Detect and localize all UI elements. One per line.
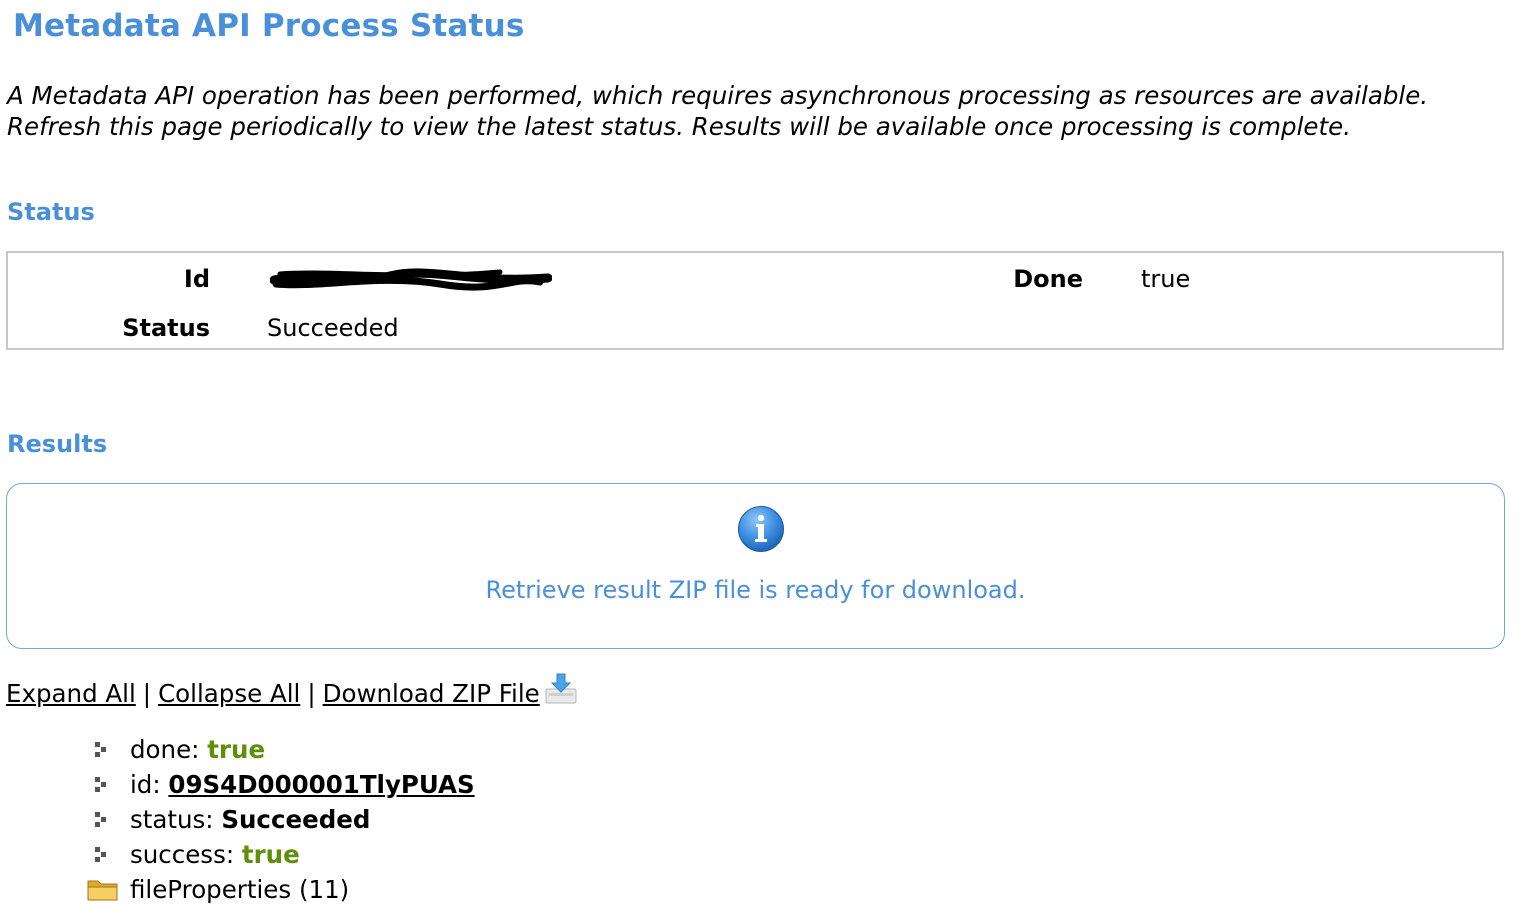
separator: |	[142, 679, 152, 708]
tree-key: id:	[130, 770, 161, 799]
tree-item-status[interactable]: status: Succeeded	[86, 802, 475, 837]
status-heading: Status	[7, 198, 95, 226]
folder-icon	[87, 880, 118, 901]
tree-count: (11)	[298, 875, 350, 904]
tree-value: true	[207, 735, 266, 764]
tree-key: status:	[130, 805, 214, 834]
tree-node-icon	[95, 742, 106, 757]
tree-value: Succeeded	[221, 805, 371, 834]
collapse-all-link[interactable]: Collapse All	[158, 679, 300, 708]
tree-node-icon	[95, 847, 106, 862]
done-value: true	[1141, 265, 1191, 293]
download-zip-link[interactable]: Download ZIP File	[323, 679, 540, 708]
info-icon	[738, 506, 784, 552]
results-message: Retrieve result ZIP file is ready for do…	[485, 576, 1026, 604]
tree-key: done:	[130, 735, 200, 764]
tree-value: true	[241, 840, 300, 869]
tree-key: fileProperties	[130, 875, 292, 904]
id-label: Id	[183, 265, 210, 293]
tree-key: success:	[130, 840, 235, 869]
done-label: Done	[1013, 265, 1083, 293]
tree-node-icon	[95, 812, 106, 827]
status-label: Status	[122, 314, 210, 342]
download-icon[interactable]	[544, 672, 578, 706]
status-box: Id Done true Status Succeeded	[6, 251, 1504, 350]
status-value: Succeeded	[267, 314, 399, 342]
results-info-box: Retrieve result ZIP file is ready for do…	[6, 483, 1505, 649]
results-actions: Expand All | Collapse All | Download ZIP Fil…	[6, 672, 578, 712]
results-heading: Results	[7, 430, 108, 458]
tree-item-id[interactable]: id: 09S4D000001TlyPUAS	[86, 767, 475, 802]
tree-node-icon	[95, 777, 106, 792]
expand-all-link[interactable]: Expand All	[6, 679, 136, 708]
redacted-id-value	[270, 268, 552, 291]
separator: |	[307, 679, 316, 708]
result-tree: done: true id: 09S4D000001TlyPUAS status…	[86, 732, 475, 907]
page-title: Metadata API Process Status	[13, 8, 525, 44]
metadata-status-page: Metadata API Process Status A Metadata A…	[0, 0, 1527, 922]
intro-text: A Metadata API operation has been perfor…	[7, 81, 1429, 141]
tree-item-success[interactable]: success: true	[86, 837, 475, 872]
tree-id-link[interactable]: 09S4D000001TlyPUAS	[168, 770, 474, 799]
tree-item-file-properties[interactable]: fileProperties (11)	[86, 872, 475, 907]
tree-item-done[interactable]: done: true	[86, 732, 475, 767]
